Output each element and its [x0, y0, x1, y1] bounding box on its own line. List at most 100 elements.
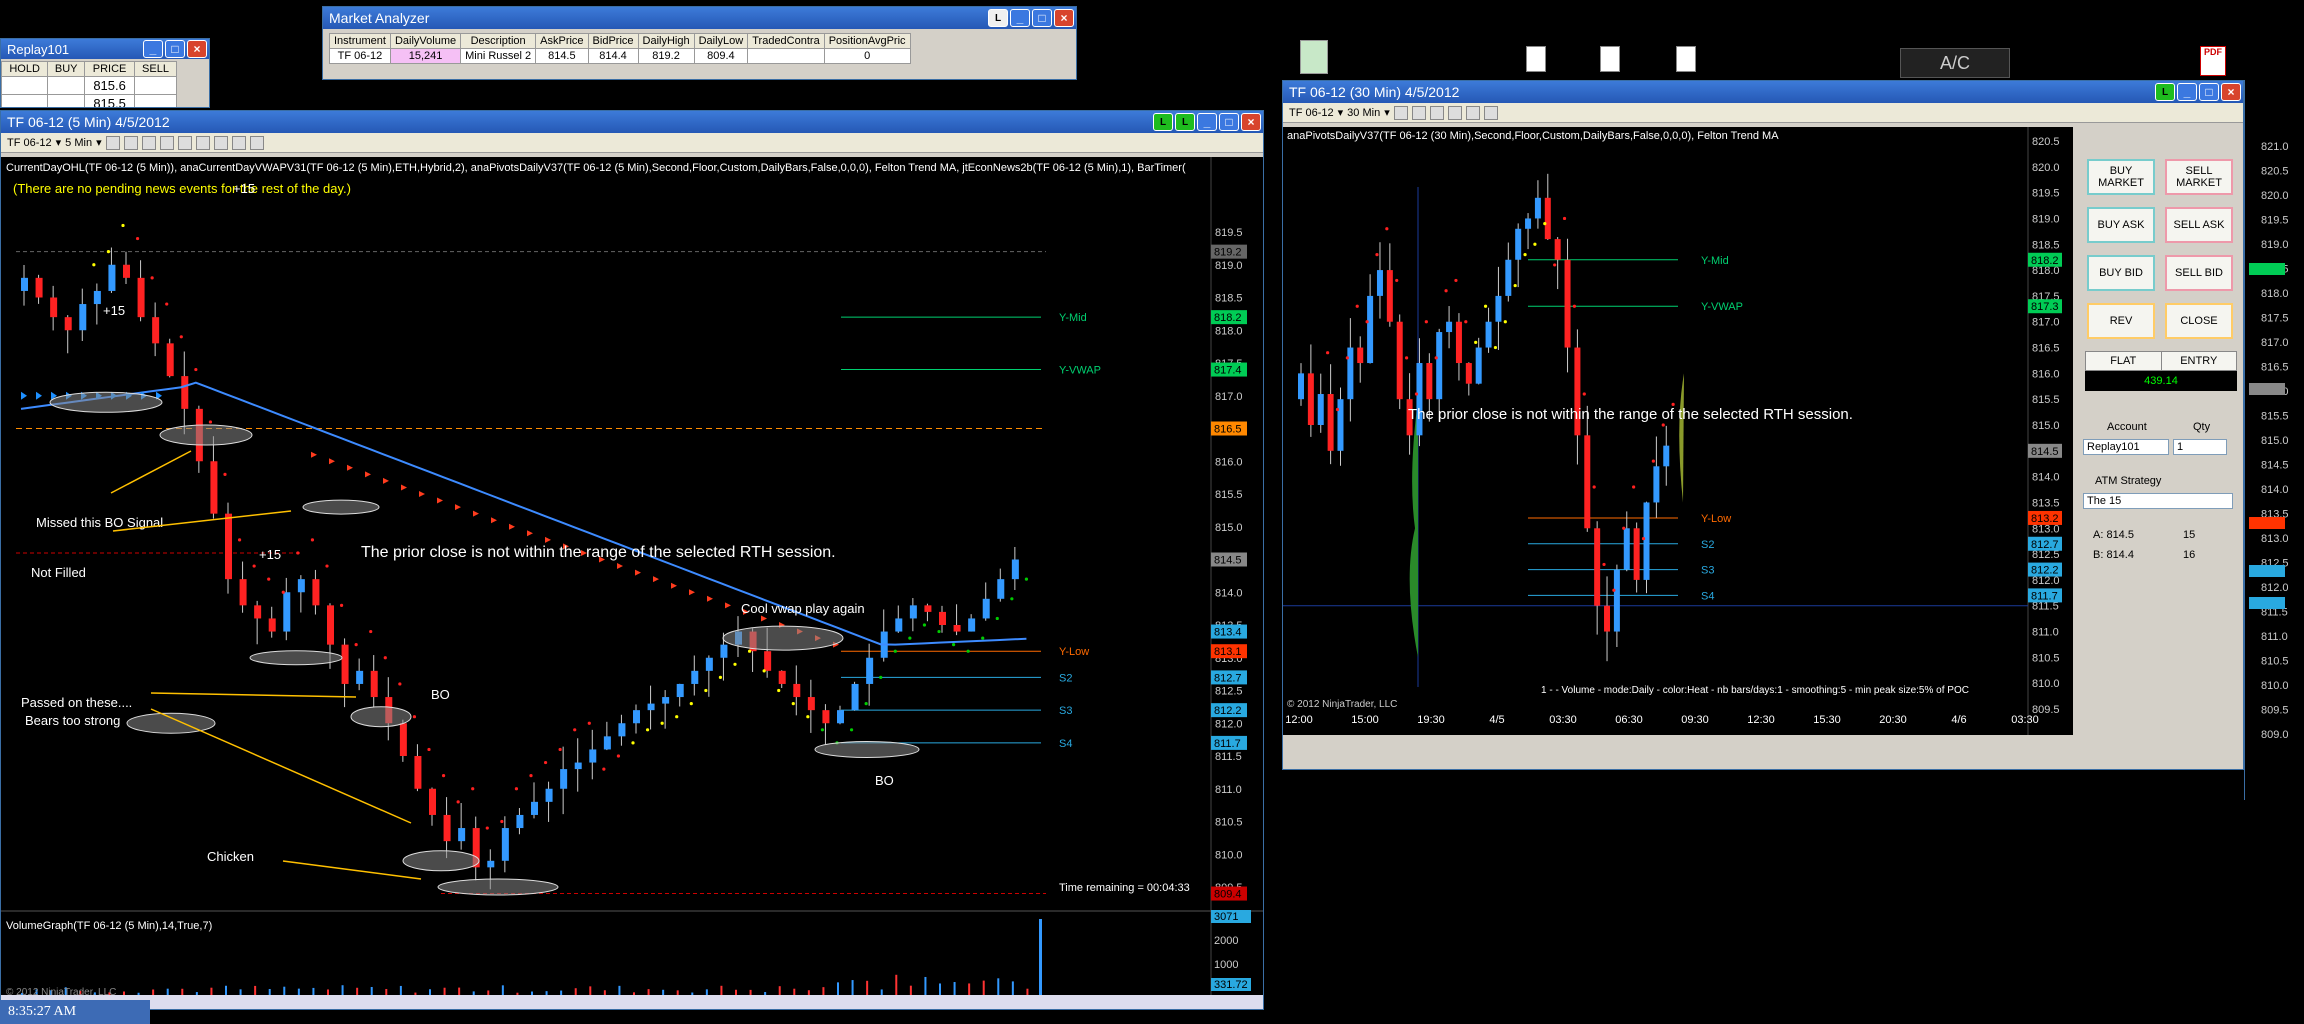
volume-bar: [385, 988, 388, 995]
ma-col-header[interactable]: DailyLow: [693, 33, 749, 49]
price-tag-label: 814.5: [1214, 555, 1242, 567]
zoom-icon[interactable]: [177, 135, 192, 150]
signal-triangle: [617, 563, 623, 570]
sell-market-button[interactable]: SELL MARKET: [2165, 159, 2233, 195]
horizontal-scrollbar[interactable]: [1, 995, 1263, 1009]
close-button[interactable]: ×: [1054, 9, 1074, 27]
ma-col-header[interactable]: TradedContra: [747, 33, 825, 49]
ma-col-header[interactable]: AskPrice: [535, 33, 589, 49]
candle-body: [837, 710, 844, 724]
ma-cell[interactable]: 15,241: [389, 48, 462, 64]
link-button[interactable]: L: [988, 9, 1008, 27]
ma-cell[interactable]: Mini Russel 2: [460, 48, 537, 64]
candle-body: [370, 670, 378, 698]
link-button[interactable]: L: [1175, 113, 1195, 131]
pencil-icon[interactable]: [1411, 105, 1426, 120]
ma-cell[interactable]: 814.5: [535, 48, 589, 64]
zoom-icon[interactable]: [1447, 105, 1462, 120]
ma-cell[interactable]: 0: [823, 48, 911, 64]
ma-cell[interactable]: 814.4: [587, 48, 639, 64]
instrument-select[interactable]: TF 06-12: [1289, 107, 1334, 119]
price-tag: [2249, 517, 2285, 529]
cursor-icon[interactable]: [1429, 105, 1444, 120]
ma-col-header[interactable]: DailyHigh: [637, 33, 695, 49]
candle-body: [1525, 218, 1532, 229]
ma-cell[interactable]: [747, 48, 825, 64]
ma-col-header[interactable]: DailyVolume: [389, 33, 462, 49]
buy-cell[interactable]: [47, 76, 86, 95]
atm-strategy-select[interactable]: The 15: [2083, 493, 2233, 509]
properties-icon[interactable]: [195, 135, 210, 150]
minimize-button[interactable]: _: [2177, 83, 2197, 101]
bar-type-icon[interactable]: [105, 135, 120, 150]
minimize-button[interactable]: _: [1010, 9, 1030, 27]
maximize-button[interactable]: □: [1032, 9, 1052, 27]
maximize-button[interactable]: □: [2199, 83, 2219, 101]
background-chart-area[interactable]: 821.0820.5820.0819.5819.0818.5818.0817.5…: [2244, 80, 2304, 800]
document-icon[interactable]: [1526, 46, 1546, 72]
document-icon[interactable]: [1600, 46, 1620, 72]
bar-type-icon[interactable]: [1393, 105, 1408, 120]
link-button[interactable]: L: [1153, 113, 1173, 131]
interval-select[interactable]: 30 Min: [1347, 107, 1380, 119]
buy-bid-button[interactable]: BUY BID: [2087, 255, 2155, 291]
candle-body: [778, 670, 786, 684]
chart30-area[interactable]: anaPivotsDailyV37(TF 06-12 (30 Min),Seco…: [1283, 127, 2073, 735]
sell-bid-button[interactable]: SELL BID: [2165, 255, 2233, 291]
chart5-area[interactable]: CurrentDayOHL(TF 06-12 (5 Min)), anaCurr…: [1, 157, 1263, 1009]
interval-select[interactable]: 5 Min: [65, 137, 92, 149]
ma-cell[interactable]: TF 06-12: [329, 48, 391, 64]
ma-col-header[interactable]: PositionAvgPric: [823, 33, 911, 49]
candle-body: [1515, 228, 1522, 260]
trend-ma-dot: [543, 760, 548, 765]
recycle-bin-icon[interactable]: [1300, 40, 1328, 74]
trend-ma-dot: [1582, 392, 1586, 396]
minimize-button[interactable]: _: [143, 40, 163, 58]
buy-ask-button[interactable]: BUY ASK: [2087, 207, 2155, 243]
indicators-icon[interactable]: [213, 135, 228, 150]
account-select[interactable]: Replay101: [2083, 439, 2169, 455]
candle-body: [1298, 373, 1304, 400]
minimize-button[interactable]: _: [1197, 113, 1217, 131]
trend-ma-dot: [208, 420, 213, 424]
maximize-button[interactable]: □: [1219, 113, 1239, 131]
pdf-file-icon[interactable]: PDF: [2200, 46, 2226, 76]
close-position-button[interactable]: CLOSE: [2165, 303, 2233, 339]
pencil-icon[interactable]: [123, 135, 138, 150]
hold-cell[interactable]: [1, 76, 49, 95]
data-box-icon[interactable]: [249, 135, 264, 150]
trend-ma-dot: [660, 721, 664, 725]
volume-bar: [939, 983, 941, 995]
replay-window: Replay101 _ □ × HOLD BUY PRICE SELL 815.6 815…: [0, 38, 210, 108]
indicators-icon[interactable]: [1483, 105, 1498, 120]
qty-input[interactable]: 1: [2173, 439, 2227, 455]
instrument-select[interactable]: TF 06-12: [7, 137, 52, 149]
properties-icon[interactable]: [1465, 105, 1480, 120]
link-button[interactable]: L: [2155, 83, 2175, 101]
close-button[interactable]: ×: [187, 40, 207, 58]
ac-button[interactable]: A/C: [1900, 48, 2010, 78]
close-button[interactable]: ×: [2221, 83, 2241, 101]
ma-cell[interactable]: 819.2: [637, 48, 695, 64]
strategies-icon[interactable]: [231, 135, 246, 150]
price-tick: 814.0: [1215, 587, 1243, 599]
draw-tool-icon[interactable]: [141, 135, 156, 150]
document-icon[interactable]: [1676, 46, 1696, 72]
buy-market-button[interactable]: BUY MARKET: [2087, 159, 2155, 195]
chart-annotation: BO: [431, 687, 450, 702]
close-button[interactable]: ×: [1241, 113, 1261, 131]
candle-body: [399, 723, 407, 756]
sell-cell[interactable]: [134, 76, 177, 95]
sell-ask-button[interactable]: SELL ASK: [2165, 207, 2233, 243]
prior-close-message: The prior close is not within the range …: [361, 544, 836, 561]
volume-bar: [705, 989, 708, 995]
trend-ma-dot: [1424, 320, 1428, 324]
ma-col-header[interactable]: Instrument: [329, 33, 391, 49]
ma-col-header[interactable]: BidPrice: [587, 33, 639, 49]
reverse-button[interactable]: REV: [2087, 303, 2155, 339]
ma-col-header[interactable]: Description: [460, 33, 537, 49]
ma-cell[interactable]: 809.4: [693, 48, 749, 64]
maximize-button[interactable]: □: [165, 40, 185, 58]
price-tick: 813.0: [2261, 533, 2289, 545]
cursor-icon[interactable]: [159, 135, 174, 150]
